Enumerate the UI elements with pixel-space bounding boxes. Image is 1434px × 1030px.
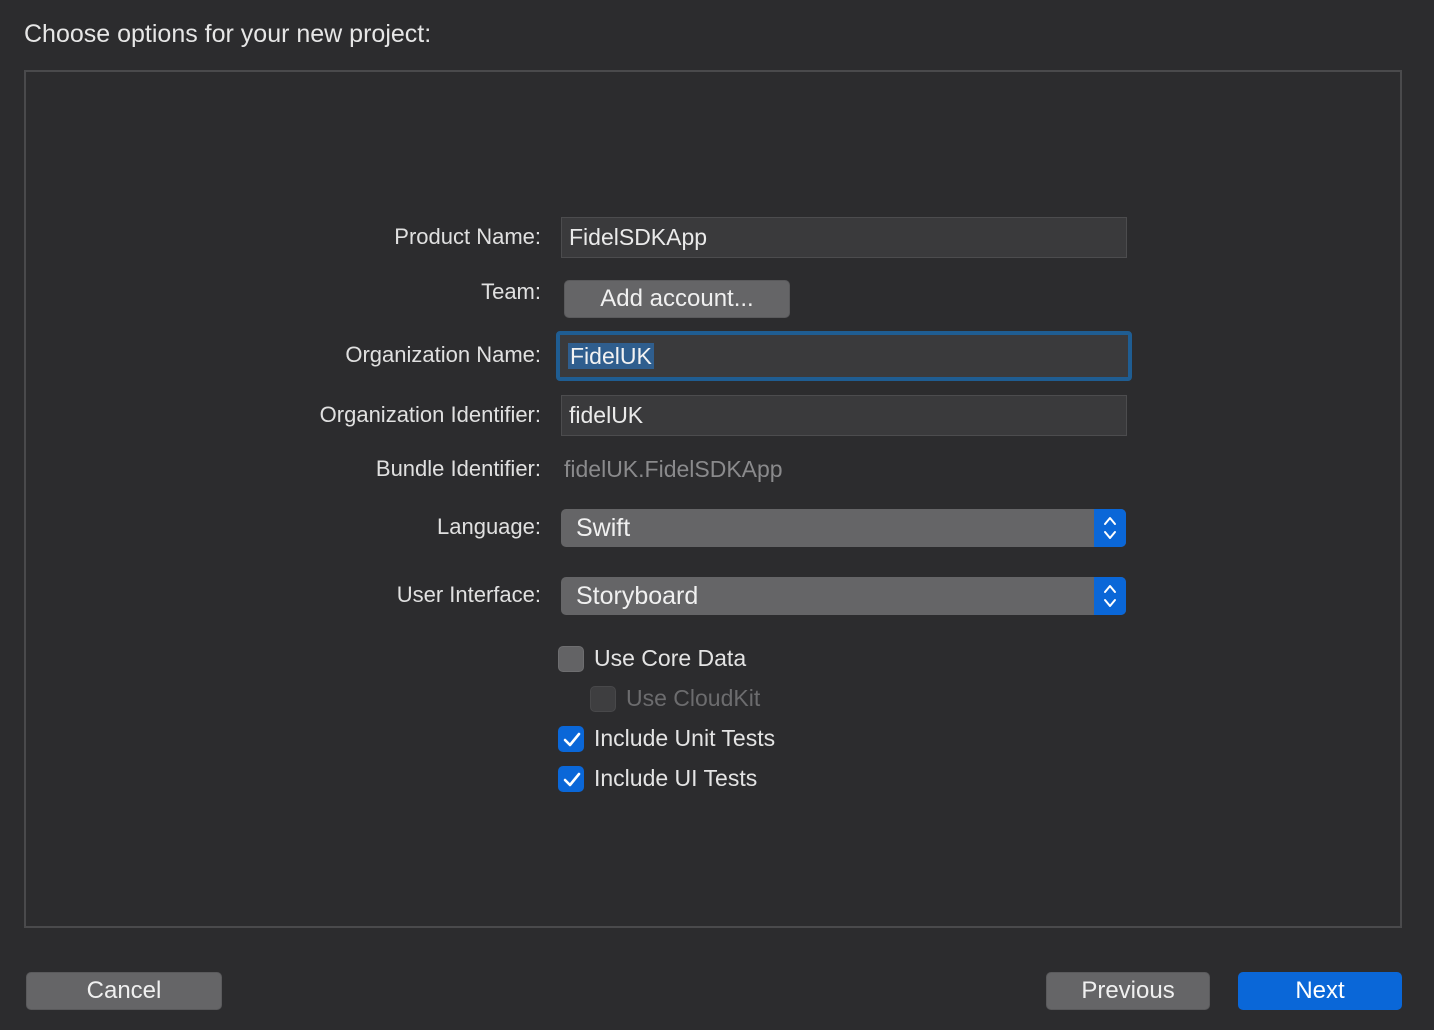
page-title: Choose options for your new project: <box>24 20 432 48</box>
bundle-identifier-label: Bundle Identifier: <box>375 456 541 481</box>
language-selected-value: Swift <box>576 514 631 542</box>
use-core-data-checkbox-row[interactable]: Use Core Data <box>558 645 746 672</box>
include-ui-tests-label: Include UI Tests <box>594 765 758 791</box>
include-unit-tests-checkbox[interactable] <box>558 725 584 752</box>
checkmark-icon <box>563 732 581 746</box>
options-panel <box>24 70 1402 928</box>
language-popup[interactable]: Swift <box>561 509 1126 547</box>
organization-name-selected-text: FidelUK <box>568 343 654 369</box>
checkmark-icon <box>563 772 581 786</box>
organization-name-label: Organization Name: <box>345 342 541 367</box>
add-account-button[interactable]: Add account... <box>564 280 790 318</box>
bundle-identifier-value: fidelUK.FidelSDKApp <box>564 456 783 482</box>
product-name-field[interactable] <box>561 217 1127 258</box>
user-interface-selected-value: Storyboard <box>576 582 699 610</box>
team-label: Team: <box>481 279 541 304</box>
language-label: Language: <box>437 514 541 539</box>
use-core-data-checkbox[interactable] <box>558 645 584 672</box>
use-core-data-label: Use Core Data <box>594 645 747 671</box>
previous-button[interactable]: Previous <box>1046 972 1210 1010</box>
organization-name-field[interactable]: FidelUK <box>556 331 1132 381</box>
use-cloudkit-checkbox-row: Use CloudKit <box>590 685 760 712</box>
include-ui-tests-checkbox-row[interactable]: Include UI Tests <box>558 765 757 792</box>
use-cloudkit-label: Use CloudKit <box>626 685 761 711</box>
chevron-up-down-icon <box>1094 509 1126 547</box>
include-unit-tests-checkbox-row[interactable]: Include Unit Tests <box>558 725 775 752</box>
chevron-up-down-icon <box>1094 577 1126 615</box>
organization-identifier-label: Organization Identifier: <box>319 402 541 427</box>
user-interface-label: User Interface: <box>396 582 541 607</box>
include-unit-tests-label: Include Unit Tests <box>594 725 776 751</box>
cancel-button[interactable]: Cancel <box>26 972 222 1010</box>
include-ui-tests-checkbox[interactable] <box>558 765 584 792</box>
next-button[interactable]: Next <box>1238 972 1402 1010</box>
use-cloudkit-checkbox <box>590 685 616 712</box>
organization-identifier-field[interactable] <box>561 395 1127 436</box>
user-interface-popup[interactable]: Storyboard <box>561 577 1126 615</box>
product-name-label: Product Name: <box>394 224 541 249</box>
